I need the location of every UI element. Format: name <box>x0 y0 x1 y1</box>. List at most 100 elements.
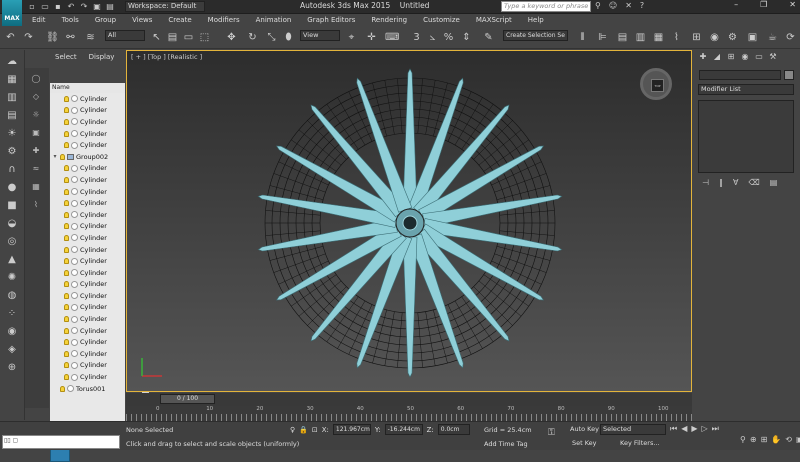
search-input[interactable]: Type a keyword or phrase <box>501 1 591 12</box>
list-item[interactable]: Cylinder <box>50 336 125 348</box>
zoom-all-icon[interactable]: ⊕ <box>750 435 757 444</box>
align-icon[interactable]: ⊫ <box>596 31 609 44</box>
list-item[interactable]: Cylinder <box>50 93 125 105</box>
filter-geometry-icon[interactable]: ◯ <box>29 74 43 86</box>
settings-icon[interactable]: ⚙ <box>5 145 19 158</box>
torus-icon[interactable]: ◎ <box>5 235 19 248</box>
angle-snap-icon[interactable]: ⦣ <box>426 31 439 44</box>
undo-icon[interactable]: ↶ <box>4 31 17 44</box>
visibility-bulb-icon[interactable] <box>64 327 69 334</box>
key-icon[interactable]: ⚿ <box>548 428 555 438</box>
visibility-bulb-icon[interactable] <box>64 362 69 369</box>
list-item[interactable]: Cylinder <box>50 197 125 209</box>
list-item[interactable]: Cylinder <box>50 255 125 267</box>
list-item[interactable]: Cylinder <box>50 221 125 233</box>
configure-sets-icon[interactable]: ▤ <box>770 178 778 187</box>
visibility-bulb-icon[interactable] <box>64 211 69 218</box>
column-header-name[interactable]: Name <box>50 83 125 93</box>
redo-icon[interactable]: ↷ <box>22 31 35 44</box>
save-icon[interactable]: ▪ <box>53 2 63 12</box>
place-icon[interactable]: ⬮ <box>282 31 295 44</box>
visibility-bulb-icon[interactable] <box>64 95 69 102</box>
material-icon[interactable]: ◉ <box>5 325 19 338</box>
visibility-bulb-icon[interactable] <box>64 281 69 288</box>
binoculars-icon[interactable]: ⚲ <box>595 1 601 10</box>
manipulate-icon[interactable]: ✛ <box>365 31 378 44</box>
list-item[interactable]: Cylinder <box>50 105 125 117</box>
viewport-top[interactable]: [ + ] [Top ] [Realistic ] TOP <box>126 50 692 392</box>
render-icon[interactable]: ◈ <box>5 343 19 356</box>
close-icon[interactable]: ✕ <box>789 0 796 9</box>
edit-named-sel-icon[interactable]: ✎ <box>482 31 495 44</box>
menu-modifiers[interactable]: Modifiers <box>200 14 248 26</box>
list-item[interactable]: Cylinder <box>50 139 125 151</box>
visibility-bulb-icon[interactable] <box>64 304 69 311</box>
filter-shapes-icon[interactable]: ◇ <box>29 92 43 104</box>
visibility-bulb-icon[interactable] <box>64 130 69 137</box>
viewcube-face[interactable]: TOP <box>651 79 664 92</box>
expand-arrow-icon[interactable]: ▾ <box>52 153 58 160</box>
light-icon[interactable]: ☀ <box>5 127 19 140</box>
list-item[interactable]: Cylinder <box>50 325 125 337</box>
teapot-icon[interactable]: ☁ <box>5 55 19 68</box>
z-coord-field[interactable]: 0.0cm <box>437 424 470 435</box>
list-item[interactable]: Cylinder <box>50 360 125 372</box>
dots-icon[interactable]: ⁘ <box>5 307 19 320</box>
project-folder-icon[interactable]: ▤ <box>105 2 115 12</box>
list-icon[interactable]: ▤ <box>5 109 19 122</box>
layers-icon[interactable]: ▥ <box>5 91 19 104</box>
maxscript-mini-listener[interactable]: ▯▯ ▢ <box>2 435 120 449</box>
menu-group[interactable]: Group <box>87 14 124 26</box>
key-filters-button[interactable]: Key Filters... <box>620 439 660 447</box>
visibility-bulb-icon[interactable] <box>64 165 69 172</box>
link-icon[interactable]: ⛓ <box>46 31 59 44</box>
list-item[interactable]: Cylinder <box>50 186 125 198</box>
modify-tab-icon[interactable]: ◢ <box>712 52 722 62</box>
goto-start-icon[interactable]: ⏮ <box>670 424 677 434</box>
group-row[interactable]: ▾ Group002 <box>50 151 125 163</box>
time-slider[interactable]: 0 / 100 <box>160 394 215 404</box>
y-coord-field[interactable]: -16.244cm <box>384 424 423 435</box>
menu-help[interactable]: Help <box>520 14 552 26</box>
material-editor-icon[interactable]: ◉ <box>708 31 721 44</box>
rotate-icon[interactable]: ↻ <box>246 31 259 44</box>
tab-display[interactable]: Display <box>89 53 115 68</box>
rect-selection-icon[interactable]: ▭ <box>182 31 195 44</box>
visibility-bulb-icon[interactable] <box>64 107 69 114</box>
undo-icon[interactable]: ↶ <box>66 2 76 12</box>
modifier-list-dropdown[interactable]: Modifier List <box>698 84 794 95</box>
menu-tools[interactable]: Tools <box>54 14 87 26</box>
visibility-bulb-icon[interactable] <box>64 142 69 149</box>
list-item[interactable]: Cylinder <box>50 302 125 314</box>
tab-select[interactable]: Select <box>55 53 77 68</box>
list-item[interactable]: Cylinder <box>50 371 125 383</box>
named-selection-sets-dropdown[interactable]: Create Selection Se <box>503 30 568 41</box>
add-time-tag[interactable]: Add Time Tag <box>484 440 528 448</box>
list-item[interactable]: Cylinder <box>50 290 125 302</box>
visibility-bulb-icon[interactable] <box>64 176 69 183</box>
list-item[interactable]: Torus001 <box>50 383 125 395</box>
visibility-bulb-icon[interactable] <box>64 234 69 241</box>
disc-icon[interactable]: ◍ <box>5 289 19 302</box>
isolate-icon[interactable]: ♀ <box>290 426 295 434</box>
next-frame-icon[interactable]: ▷ <box>702 424 708 434</box>
menu-graph-editors[interactable]: Graph Editors <box>299 14 363 26</box>
keyboard-shortcut-icon[interactable]: ⌨ <box>385 31 399 44</box>
grid-icon[interactable]: ▦ <box>5 73 19 86</box>
filter-helpers-icon[interactable]: ✚ <box>29 146 43 158</box>
list-item[interactable]: Cylinder <box>50 232 125 244</box>
visibility-bulb-icon[interactable] <box>64 374 69 381</box>
visibility-bulb-icon[interactable] <box>60 385 65 392</box>
scene-explorer-icon[interactable]: ▤ <box>616 31 629 44</box>
hierarchy-tab-icon[interactable]: ⊞ <box>726 52 736 62</box>
object-name-field[interactable] <box>699 70 781 80</box>
layer-explorer-icon[interactable]: ▥ <box>634 31 647 44</box>
scale-icon[interactable]: ⤡ <box>265 31 278 44</box>
object-color-swatch[interactable] <box>784 70 794 80</box>
zoom-extents-icon[interactable]: ⊞ <box>761 435 768 444</box>
list-item[interactable]: Cylinder <box>50 174 125 186</box>
menu-create[interactable]: Create <box>160 14 199 26</box>
help-icon[interactable]: ? <box>640 1 644 10</box>
pin-stack-icon[interactable]: ⊣ <box>702 178 709 187</box>
list-item[interactable]: Cylinder <box>50 128 125 140</box>
